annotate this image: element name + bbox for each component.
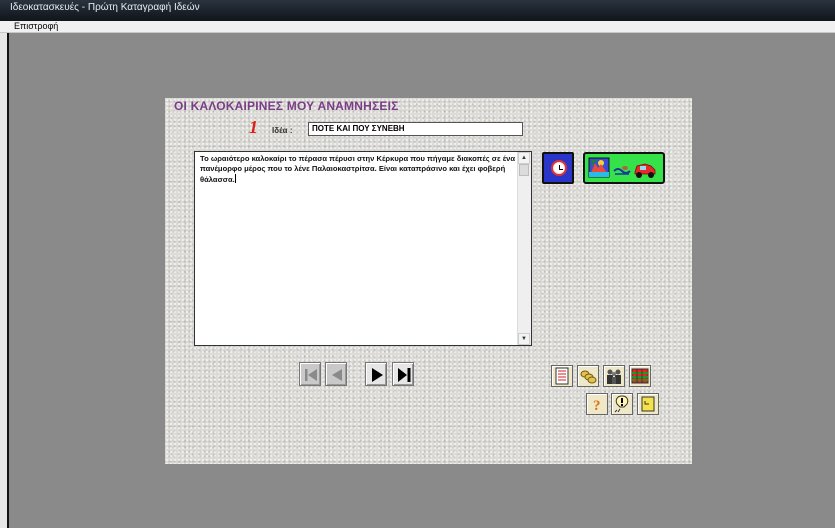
first-record-button[interactable]	[299, 362, 321, 386]
idea-text-content[interactable]: Το ωραιότερο καλοκαίρι το πέρασα πέρυσι …	[200, 154, 516, 185]
window-titlebar: Ιδεοκατασκευές - Πρώτη Καταγραφή Ιδεών	[0, 0, 835, 21]
previous-record-icon	[332, 369, 342, 381]
next-record-button[interactable]	[365, 362, 387, 386]
grid-icon	[631, 368, 649, 384]
idea-number: 1	[249, 117, 258, 137]
idea-panel: ΟΙ ΚΑΛΟΚΑΙΡΙΝΕΣ ΜΟΥ ΑΝΑΜΝΗΣΕΙΣ 1 Ιδέα : …	[165, 98, 692, 464]
last-record-icon	[398, 368, 411, 382]
clock-icon	[551, 160, 567, 176]
next-record-icon	[372, 368, 383, 382]
grid-button[interactable]	[629, 365, 651, 387]
question-icon: ?	[593, 398, 601, 413]
note-button[interactable]	[637, 393, 659, 415]
list-button[interactable]	[551, 365, 573, 387]
idea-text-body: Το ωραιότερο καλοκαίρι το πέρασα πέρυσι …	[200, 154, 516, 184]
previous-record-button[interactable]	[325, 362, 347, 386]
scroll-thumb[interactable]	[519, 164, 529, 176]
hint-button[interactable]	[611, 393, 633, 415]
first-record-icon	[305, 369, 317, 381]
last-record-button[interactable]	[392, 362, 414, 386]
idea-title-input[interactable]: ΠΟΤΕ ΚΑΙ ΠΟΥ ΣΥΝΕΒΗ	[308, 122, 523, 136]
scroll-down-icon[interactable]: ▼	[518, 333, 530, 345]
people-icon	[607, 369, 621, 384]
exclamation-bulb-icon	[614, 395, 629, 413]
note-icon	[641, 396, 655, 412]
idea-text-area[interactable]: Το ωραιότερο καλοκαίρι το πέρασα πέρυσι …	[194, 151, 532, 346]
left-frame-strip	[0, 33, 9, 528]
svg-text:?: ?	[593, 398, 601, 413]
text-caret	[234, 174, 236, 183]
list-icon	[555, 367, 569, 385]
page-title: ΟΙ ΚΑΛΟΚΑΙΡΙΝΕΣ ΜΟΥ ΑΝΑΜΝΗΣΕΙΣ	[174, 99, 399, 113]
menu-bar: Επιστροφή	[0, 21, 835, 33]
coins-icon	[580, 370, 597, 384]
scroll-up-icon[interactable]: ▲	[518, 152, 530, 164]
window-title: Ιδεοκατασκευές - Πρώτη Καταγραφή Ιδεών	[10, 2, 200, 13]
people-button[interactable]	[603, 365, 625, 387]
menu-item-return[interactable]: Επιστροφή	[14, 21, 58, 32]
help-button[interactable]: ?	[586, 393, 608, 415]
idea-label: Ιδέα :	[272, 126, 293, 135]
vacation-scene-button[interactable]	[583, 152, 665, 184]
text-area-scrollbar[interactable]: ▲ ▼	[517, 152, 531, 345]
coins-button[interactable]	[577, 365, 599, 387]
vacation-scene-icon	[588, 157, 656, 178]
clock-button[interactable]	[542, 152, 574, 184]
